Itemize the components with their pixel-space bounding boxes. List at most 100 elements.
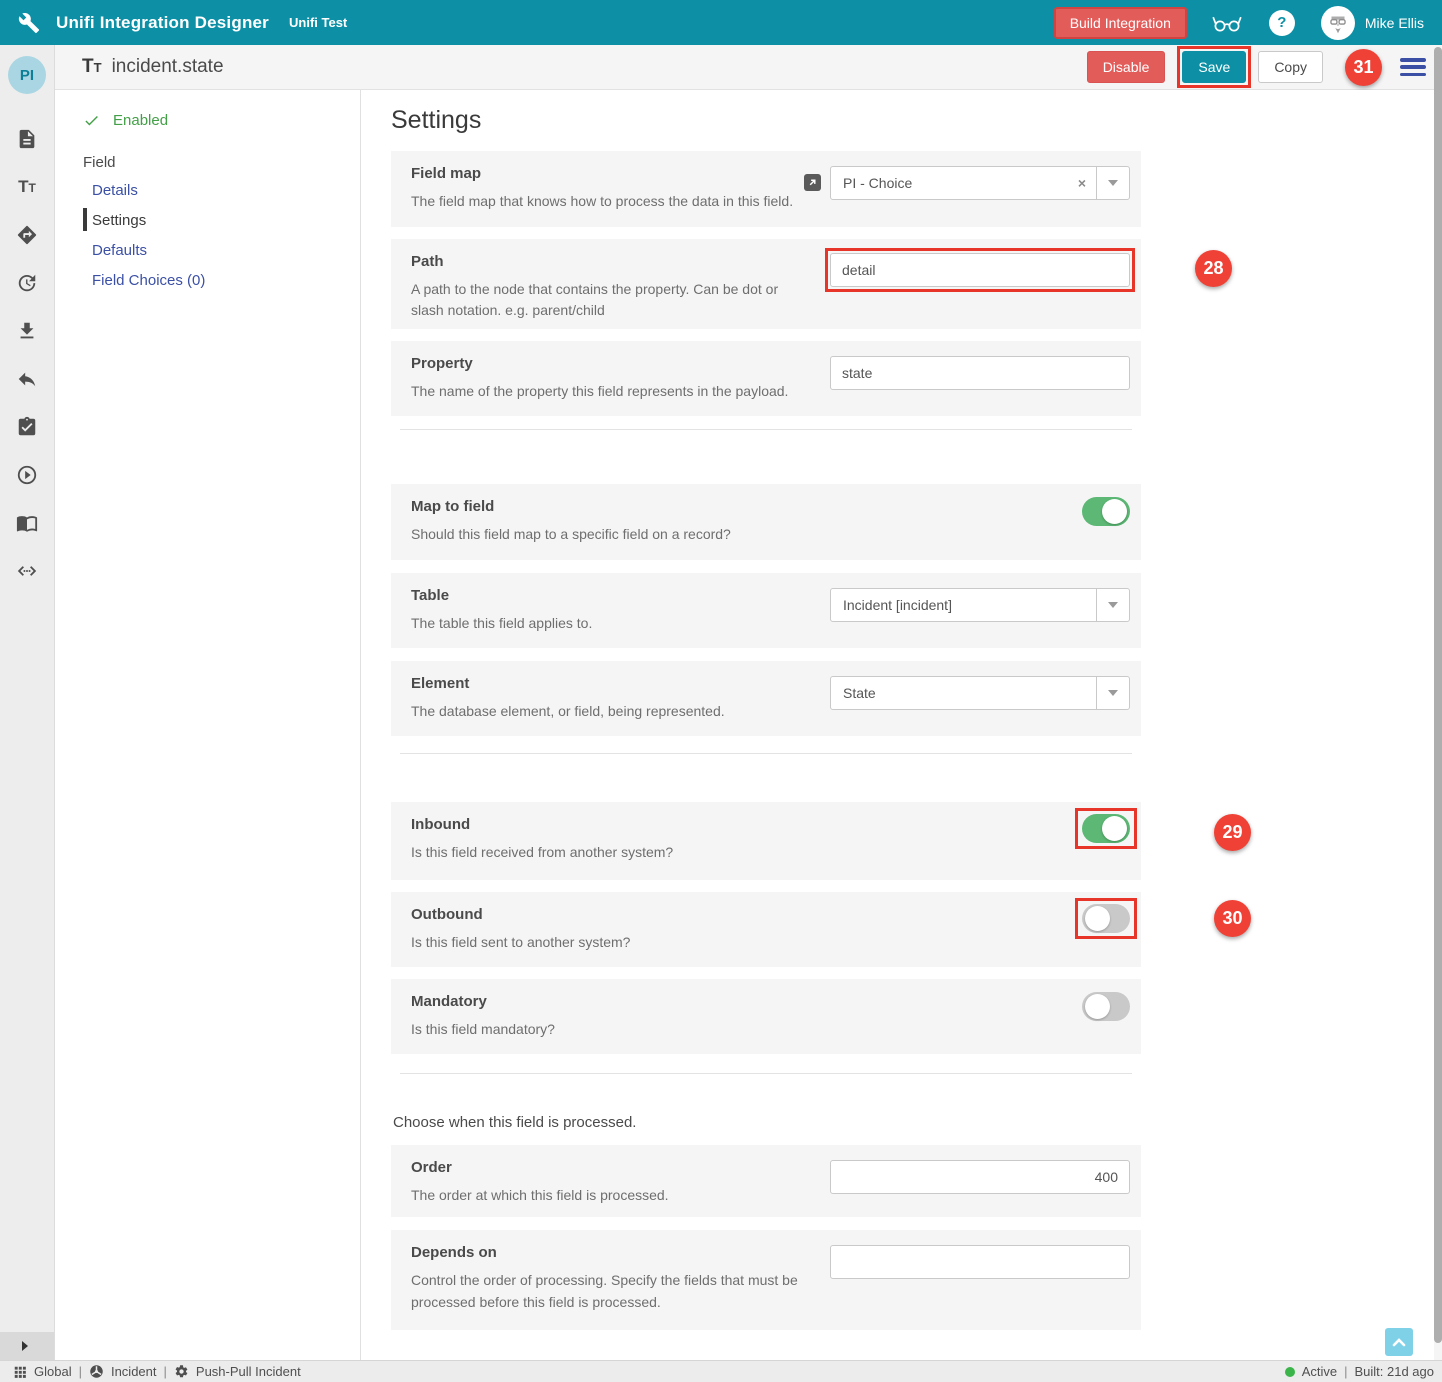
incident-icon[interactable] (89, 1364, 104, 1379)
map-to-field-toggle[interactable] (1082, 497, 1130, 526)
depends-on-input[interactable] (830, 1245, 1130, 1279)
help-icon[interactable]: ? (1269, 10, 1295, 36)
text-field-icon[interactable]: TT (18, 176, 36, 198)
enabled-label: Enabled (113, 112, 168, 129)
nav-item-defaults[interactable]: Defaults (92, 235, 360, 265)
element-desc: The database element, or field, being re… (411, 701, 799, 723)
annotation-step-28: 28 (1195, 250, 1232, 287)
integration-avatar[interactable]: PI (8, 56, 46, 94)
inbound-toggle[interactable] (1082, 814, 1130, 843)
dropdown-arrow-icon[interactable] (1096, 677, 1129, 709)
element-value: State (843, 685, 1096, 701)
user-menu[interactable]: Mike Ellis (1321, 6, 1424, 40)
outbound-toggle[interactable] (1082, 904, 1130, 933)
nav-item-details[interactable]: Details (92, 175, 360, 205)
field-nav-panel: Enabled Field Details Settings Defaults … (55, 90, 360, 1360)
property-input[interactable] (830, 356, 1130, 390)
outbound-desc: Is this field sent to another system? (411, 932, 799, 954)
map-to-field-row: Map to field Should this field map to a … (391, 484, 1141, 560)
property-desc: The name of the property this field repr… (411, 381, 799, 403)
depends-on-desc: Control the order of processing. Specify… (411, 1270, 799, 1313)
expand-sidebar-button[interactable] (0, 1332, 54, 1360)
nav-section-field: Field (83, 149, 360, 175)
glasses-icon[interactable] (1211, 11, 1243, 35)
code-icon[interactable] (16, 560, 38, 582)
field-map-desc: The field map that knows how to process … (411, 191, 799, 213)
hamburger-menu-icon[interactable] (1400, 58, 1426, 76)
user-avatar-icon (1321, 6, 1355, 40)
section-divider (400, 753, 1132, 754)
top-app-bar: Unifi Integration Designer Unifi Test Bu… (0, 0, 1442, 45)
app-title: Unifi Integration Designer (56, 13, 269, 33)
document-icon[interactable] (16, 128, 38, 150)
inbound-row: Inbound Is this field received from anot… (391, 802, 1141, 880)
property-row: Property The name of the property this f… (391, 341, 1141, 417)
dropdown-arrow-icon[interactable] (1096, 167, 1129, 199)
element-row: Element The database element, or field, … (391, 661, 1141, 736)
enabled-status: Enabled (83, 108, 360, 132)
mandatory-row: Mandatory Is this field mandatory? (391, 979, 1141, 1054)
apps-grid-icon[interactable] (13, 1365, 27, 1379)
field-map-row: Field map The field map that knows how t… (391, 151, 1141, 227)
unifi-integration-designer-window: Unifi Integration Designer Unifi Test Bu… (0, 0, 1442, 1382)
annotation-step-29: 29 (1214, 814, 1251, 851)
order-input[interactable] (830, 1160, 1130, 1194)
table-desc: The table this field applies to. (411, 613, 799, 635)
order-desc: The order at which this field is process… (411, 1185, 799, 1207)
clear-icon[interactable]: × (1068, 175, 1096, 191)
text-type-icon: TT (82, 56, 102, 78)
task-check-icon[interactable] (16, 416, 38, 438)
active-status-label: Active (1302, 1364, 1337, 1379)
expand-arrow-icon (20, 1341, 30, 1351)
scroll-to-top-button[interactable] (1385, 1328, 1413, 1356)
inbound-desc: Is this field received from another syst… (411, 842, 799, 864)
reply-icon[interactable] (16, 368, 38, 390)
map-to-field-desc: Should this field map to a specific fiel… (411, 524, 799, 546)
breadcrumb-process[interactable]: Push-Pull Incident (196, 1364, 301, 1379)
field-map-value: PI - Choice (843, 175, 1068, 191)
nav-item-settings[interactable]: Settings (92, 205, 360, 235)
gear-icon[interactable] (174, 1364, 189, 1379)
book-icon[interactable] (16, 512, 38, 534)
table-row: Table The table this field applies to. I… (391, 573, 1141, 648)
record-toolbar: TT incident.state Disable Save Copy 31 (0, 45, 1442, 90)
annotation-box-inbound (1075, 808, 1137, 849)
download-icon[interactable] (16, 320, 38, 342)
field-map-select[interactable]: PI - Choice × (830, 166, 1130, 200)
path-desc: A path to the node that contains the pro… (411, 279, 799, 322)
play-circle-icon[interactable] (16, 464, 38, 486)
mandatory-desc: Is this field mandatory? (411, 1019, 799, 1041)
nav-item-field-choices[interactable]: Field Choices (0) (92, 265, 360, 295)
open-record-icon[interactable] (804, 174, 821, 191)
table-select[interactable]: Incident [incident] (830, 588, 1130, 622)
mandatory-toggle[interactable] (1082, 992, 1130, 1021)
environment-name: Unifi Test (289, 15, 347, 30)
disable-button[interactable]: Disable (1087, 51, 1166, 83)
depends-on-row: Depends on Control the order of processi… (391, 1230, 1141, 1330)
save-button[interactable]: Save (1182, 51, 1246, 83)
directions-icon[interactable] (16, 224, 38, 246)
update-icon[interactable] (16, 272, 38, 294)
mandatory-label: Mandatory (411, 993, 1121, 1010)
breadcrumb-global[interactable]: Global (34, 1364, 72, 1379)
build-integration-button[interactable]: Build Integration (1054, 7, 1187, 39)
table-value: Incident [incident] (843, 597, 1096, 613)
element-select[interactable]: State (830, 676, 1130, 710)
inbound-label: Inbound (411, 816, 1121, 833)
copy-button[interactable]: Copy (1258, 51, 1323, 83)
built-ago-label: Built: 21d ago (1354, 1364, 1434, 1379)
breadcrumb-incident[interactable]: Incident (111, 1364, 157, 1379)
scrollbar-thumb[interactable] (1434, 47, 1442, 1343)
vertical-scrollbar[interactable] (1434, 45, 1442, 1360)
annotation-box-outbound (1075, 898, 1137, 939)
outbound-label: Outbound (411, 906, 1121, 923)
path-row: Path A path to the node that contains th… (391, 239, 1141, 329)
status-bar: Global | Incident | Push-Pull Incident A… (0, 1360, 1442, 1382)
order-row: Order The order at which this field is p… (391, 1145, 1141, 1217)
annotation-box-save: Save (1177, 46, 1251, 88)
wrench-icon (18, 12, 40, 34)
page-title: Settings (391, 106, 1434, 135)
path-input[interactable] (830, 253, 1130, 287)
active-status-dot (1285, 1367, 1295, 1377)
dropdown-arrow-icon[interactable] (1096, 589, 1129, 621)
